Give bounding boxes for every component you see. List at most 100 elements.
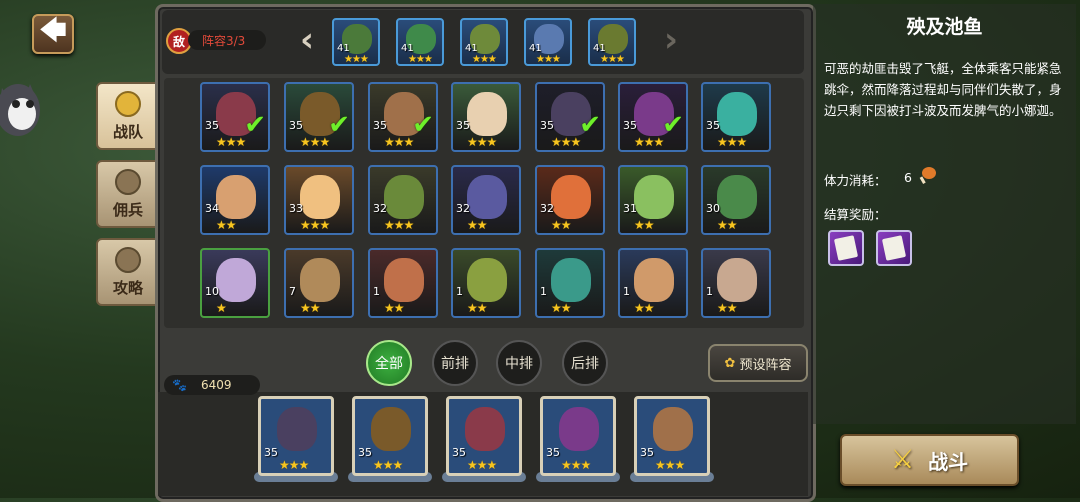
enemy-hero-stars: ★★★: [408, 54, 433, 65]
reward-scroll-item[interactable]: [828, 230, 864, 266]
team-hero-level: 35: [452, 446, 466, 459]
team-hero-level: 35: [264, 446, 278, 459]
roster-hero-card[interactable]: 35 ★★★ ✔: [200, 82, 270, 152]
tab-team-label: 战队: [112, 122, 143, 141]
enemy-hero-card[interactable]: 41 ★★★: [332, 18, 380, 66]
stage-description: 可恶的劫匪击毁了飞艇，全体乘客只能紧急跳伞，然而降落过程却与同伴们失散了，身边只…: [824, 61, 1062, 118]
preset-formation-button[interactable]: ✿ 预设阵容: [708, 344, 808, 382]
team-slot[interactable]: 35 ★★★: [352, 396, 428, 476]
filter-middle-button[interactable]: 中排: [496, 340, 542, 386]
enemy-formation-label: 阵容3/3: [188, 30, 266, 50]
roster-hero-card[interactable]: 32 ★★: [535, 165, 605, 235]
preset-icon: ✿: [724, 355, 736, 371]
hero-portrait: [300, 258, 340, 302]
hero-portrait: [216, 175, 256, 219]
hero-level: 35: [373, 119, 387, 132]
filter-front-button[interactable]: 前排: [432, 340, 478, 386]
roster-hero-card[interactable]: 10 ★: [200, 248, 270, 318]
hero-level: 10: [205, 285, 219, 298]
hero-stars: ★★: [717, 301, 737, 315]
roster-hero-card[interactable]: 32 ★★: [451, 165, 521, 235]
hero-level: 34: [205, 202, 219, 215]
team-hero-portrait: [371, 407, 411, 451]
hero-level: 1: [706, 285, 713, 298]
roster-hero-card[interactable]: 32 ★★★: [368, 165, 438, 235]
hero-portrait: [384, 175, 424, 219]
roster-hero-card[interactable]: 35 ★★★ ✔: [284, 82, 354, 152]
hero-portrait: [384, 258, 424, 302]
team-hero-level: 35: [358, 446, 372, 459]
filter-all-button[interactable]: 全部: [366, 340, 412, 386]
fight-button[interactable]: ⚔ 战斗: [840, 434, 1019, 486]
hero-stars: ★★★: [551, 135, 581, 149]
team-slot[interactable]: 35 ★★★: [540, 396, 616, 476]
hero-level: 35: [706, 119, 720, 132]
enemy-hero-card[interactable]: 41 ★★★: [524, 18, 572, 66]
roster-hero-card[interactable]: 7 ★★: [284, 248, 354, 318]
enemy-hero-card[interactable]: 41 ★★★: [396, 18, 444, 66]
stamina-cost-label: 体力消耗：: [824, 173, 887, 188]
crossed-swords-icon: ⚔: [890, 445, 915, 475]
roster-hero-card[interactable]: 1 ★★: [368, 248, 438, 318]
next-formation-arrow-icon[interactable]: ›: [660, 20, 682, 60]
hero-level: 35: [540, 119, 554, 132]
team-slot[interactable]: 35 ★★★: [446, 396, 522, 476]
roster-hero-card[interactable]: 34 ★★: [200, 165, 270, 235]
roster-hero-card[interactable]: 35 ★★★ ✔: [618, 82, 688, 152]
roster-hero-card[interactable]: 35 ★★★: [451, 82, 521, 152]
enemy-hero-card[interactable]: 41 ★★★: [588, 18, 636, 66]
roster-hero-card[interactable]: 30 ★★: [701, 165, 771, 235]
reward-label: 结算奖励：: [824, 207, 887, 222]
hero-stars: ★★: [717, 218, 737, 232]
enemy-hero-stars: ★★★: [472, 54, 497, 65]
hero-portrait: [634, 258, 674, 302]
back-arrow-icon: 🡄: [39, 16, 67, 46]
hero-stars: ★★★: [384, 218, 414, 232]
hero-stars: ★★: [634, 301, 654, 315]
back-button[interactable]: 🡄: [32, 14, 74, 54]
enemy-hero-stars: ★★★: [600, 54, 625, 65]
selected-check-icon: ✔: [579, 110, 601, 140]
team-slot[interactable]: 35 ★★★: [258, 396, 334, 476]
hero-level: 31: [623, 202, 637, 215]
roster-hero-card[interactable]: 1 ★★: [535, 248, 605, 318]
roster-hero-card[interactable]: 35 ★★★ ✔: [535, 82, 605, 152]
book-icon: [115, 246, 141, 273]
roster-hero-card[interactable]: 1 ★★: [701, 248, 771, 318]
filter-back-button[interactable]: 后排: [562, 340, 608, 386]
tab-strategy-label: 攻略: [112, 278, 143, 297]
hero-stars: ★★: [467, 301, 487, 315]
tab-strategy[interactable]: 攻略: [96, 238, 160, 306]
roster-hero-card[interactable]: 35 ★★★ ✔: [368, 82, 438, 152]
hero-level: 1: [456, 285, 463, 298]
hero-stars: ★★★: [717, 135, 747, 149]
prev-formation-arrow-icon[interactable]: ‹: [296, 20, 318, 60]
hero-stars: ★: [216, 301, 227, 315]
hero-level: 32: [373, 202, 387, 215]
hero-stars: ★★★: [384, 135, 414, 149]
knight-helmet-icon: [115, 168, 141, 195]
drumstick-icon: [919, 167, 936, 184]
hero-stars: ★★: [551, 218, 571, 232]
hero-portrait: [467, 92, 507, 136]
reward-scroll-item[interactable]: [876, 230, 912, 266]
roster-hero-card[interactable]: 33 ★★★: [284, 165, 354, 235]
enemy-hero-card[interactable]: 41 ★★★: [460, 18, 508, 66]
team-hero-portrait: [653, 407, 693, 451]
enemy-hero-level: 41: [529, 43, 542, 54]
selected-check-icon: ✔: [662, 110, 684, 140]
hero-level: 32: [540, 202, 554, 215]
stage-title: 殃及池鱼: [906, 16, 983, 38]
roster-hero-card[interactable]: 31 ★★: [618, 165, 688, 235]
hero-stars: ★★: [634, 218, 654, 232]
team-hero-stars: ★★★: [655, 458, 685, 472]
roster-hero-card[interactable]: 35 ★★★: [701, 82, 771, 152]
hero-level: 35: [456, 119, 470, 132]
tab-mercenary[interactable]: 佣兵: [96, 160, 160, 228]
roster-hero-card[interactable]: 1 ★★: [618, 248, 688, 318]
hero-portrait: [634, 175, 674, 219]
team-slot[interactable]: 35 ★★★: [634, 396, 710, 476]
tab-team[interactable]: 战队: [96, 82, 160, 150]
hero-portrait: [300, 175, 340, 219]
roster-hero-card[interactable]: 1 ★★: [451, 248, 521, 318]
